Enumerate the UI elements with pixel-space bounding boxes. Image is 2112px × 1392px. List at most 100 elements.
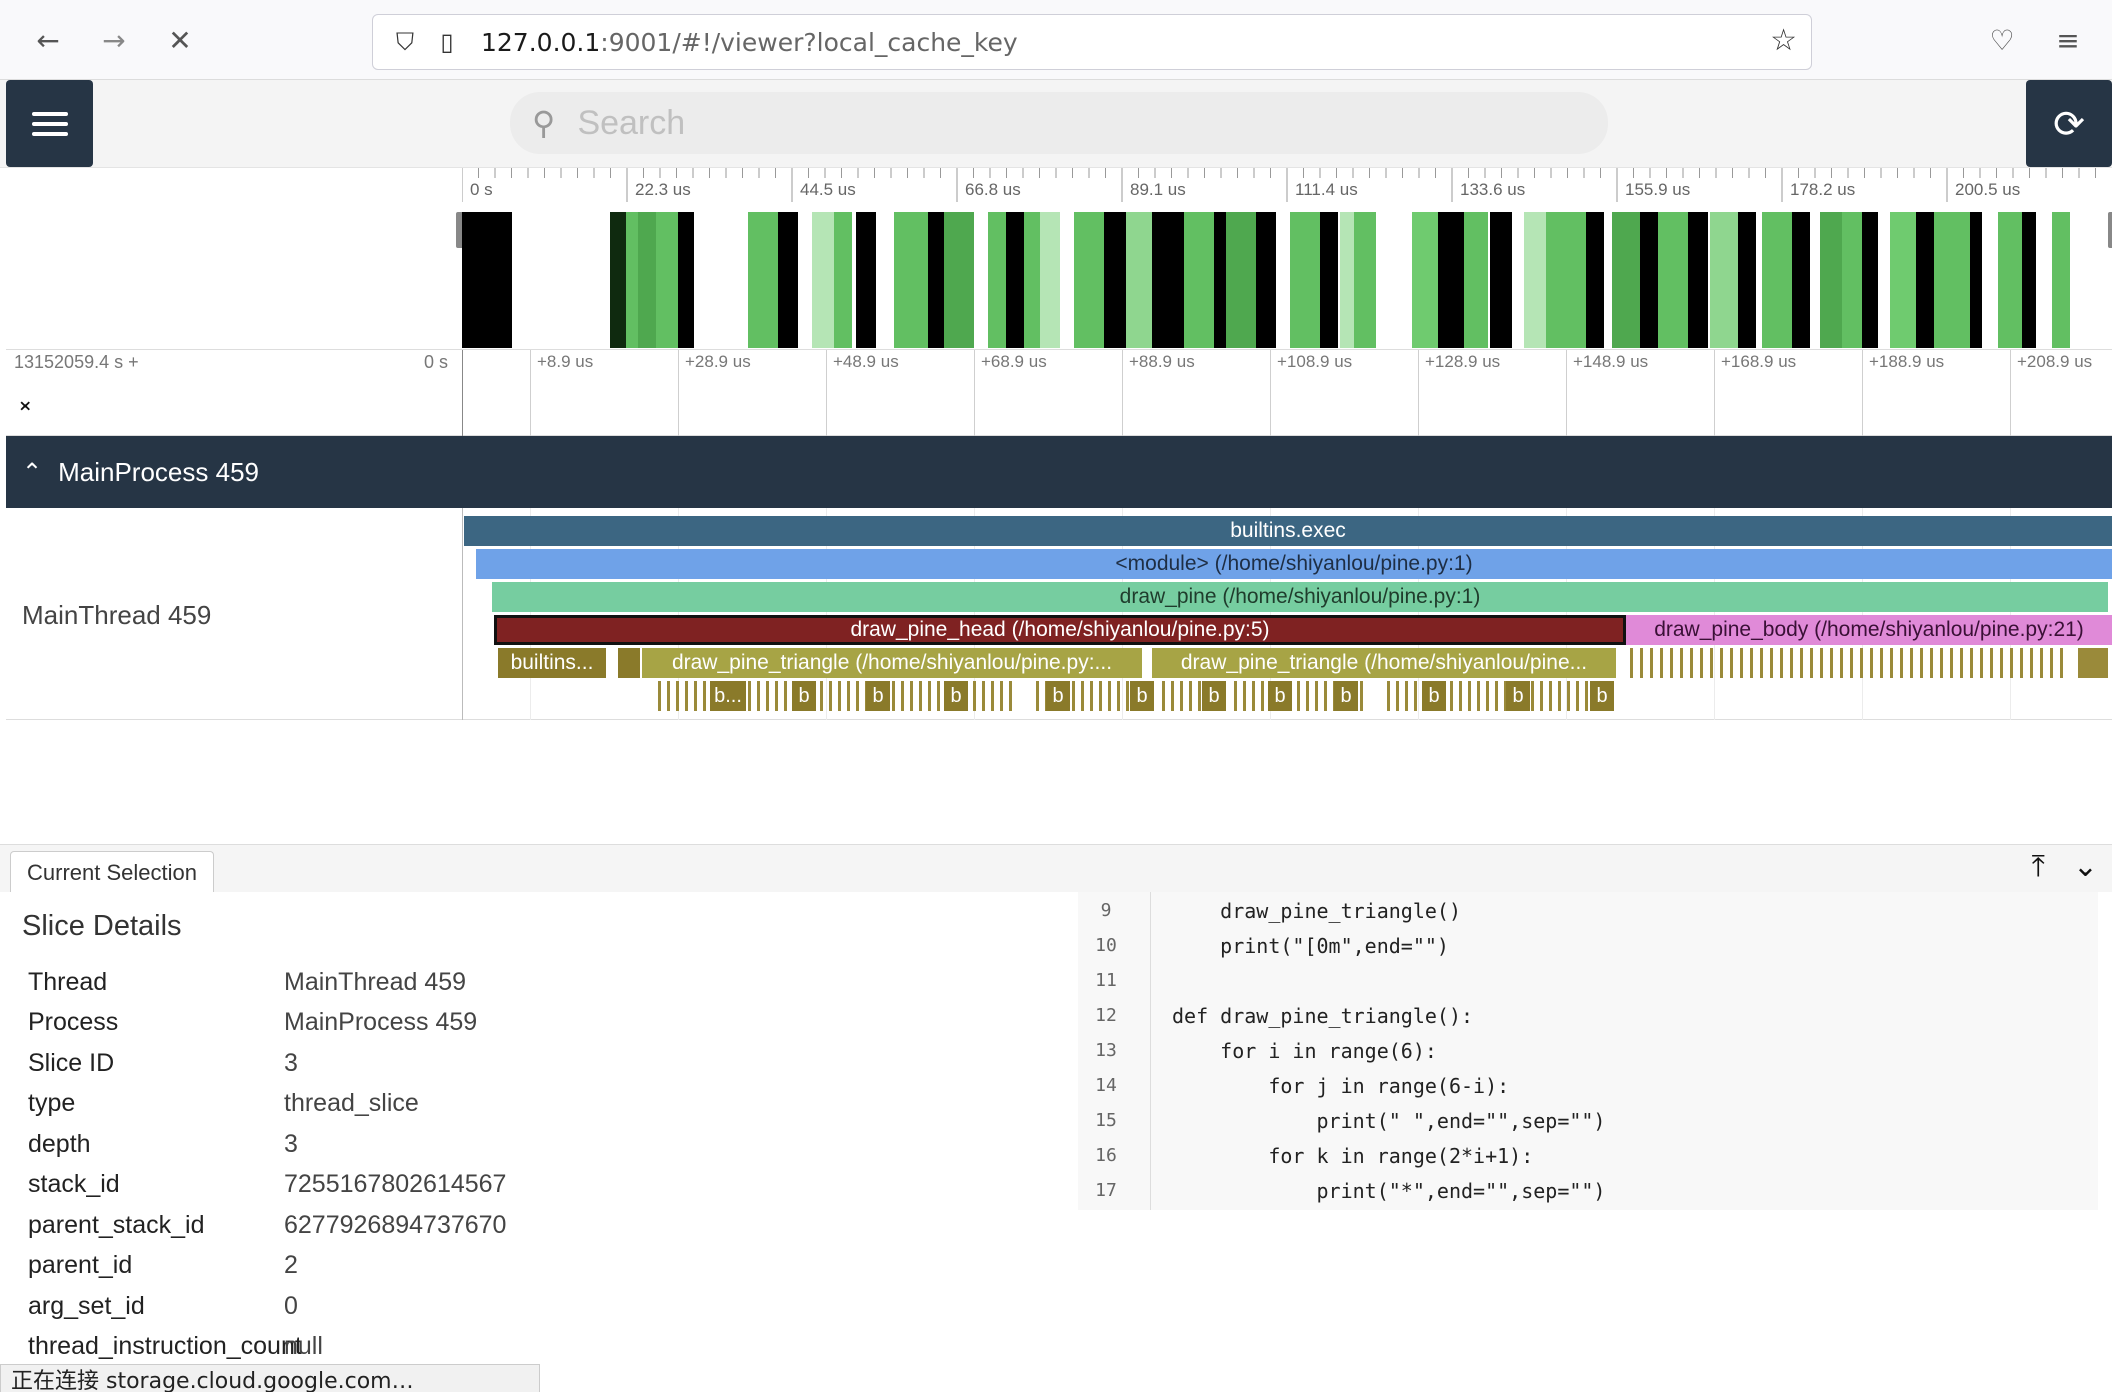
mini-slice[interactable]	[1099, 681, 1102, 711]
mini-slice[interactable]	[1081, 681, 1084, 711]
mini-slice[interactable]	[1840, 648, 1843, 678]
mini-slice[interactable]	[1710, 648, 1713, 678]
mini-slice[interactable]	[1090, 681, 1093, 711]
mini-slice[interactable]	[937, 681, 940, 711]
mini-slice[interactable]	[1630, 648, 1633, 678]
mini-slice[interactable]: b	[1506, 681, 1530, 711]
forward-arrow-icon[interactable]: →	[94, 20, 134, 60]
mini-slice[interactable]	[1860, 648, 1863, 678]
expand-collapse-all-icon[interactable]: ⌄ ⌃	[16, 390, 34, 426]
overview-timeline[interactable]: 0 s 22.3 us 44.5 us 66.8 us 89.1 us 111.4 us 1…	[6, 168, 2112, 350]
mini-slice[interactable]	[667, 681, 670, 711]
mini-slice[interactable]	[1760, 648, 1763, 678]
slice-draw-pine-body[interactable]: draw_pine_body (/home/shiyanlou/pine.py:…	[1626, 615, 2112, 645]
mini-slice[interactable]	[973, 681, 976, 711]
mini-slice[interactable]	[1126, 681, 1129, 711]
mini-slice[interactable]	[1387, 681, 1390, 711]
mini-slice[interactable]	[1036, 681, 1039, 711]
mini-slice[interactable]	[1980, 648, 1983, 678]
mini-slice[interactable]	[1360, 681, 1363, 711]
detail-value[interactable]: thread_slice	[284, 1089, 419, 1118]
mini-slice[interactable]	[1920, 648, 1923, 678]
mini-slice[interactable]: b	[1422, 681, 1446, 711]
slice-draw-pine-triangle-2[interactable]: draw_pine_triangle (/home/shiyanlou/pine…	[1152, 648, 1616, 678]
mini-slice[interactable]	[2030, 648, 2033, 678]
chevron-down-icon[interactable]: ⌄	[2073, 849, 2098, 884]
mini-slice[interactable]	[2040, 648, 2043, 678]
mini-slice[interactable]	[1950, 648, 1953, 678]
mini-slice[interactable]	[1660, 648, 1663, 678]
mini-slice[interactable]	[1468, 681, 1471, 711]
mini-slice[interactable]	[1740, 648, 1743, 678]
maximize-panel-icon[interactable]: ⤒	[2032, 849, 2045, 884]
mini-slice[interactable]	[1720, 648, 1723, 678]
mini-slice[interactable]	[784, 681, 787, 711]
mini-slice[interactable]	[2010, 648, 2013, 678]
process-header[interactable]: ⌃ MainProcess 459	[6, 436, 2112, 508]
mini-slice[interactable]	[1261, 681, 1264, 711]
detail-value[interactable]: 2	[284, 1251, 298, 1280]
mini-slice[interactable]	[1558, 681, 1561, 711]
back-arrow-icon[interactable]: ←	[28, 20, 68, 60]
mini-slice[interactable]	[1108, 681, 1111, 711]
mini-slice[interactable]	[1117, 681, 1120, 711]
mini-slice[interactable]	[1162, 681, 1165, 711]
slice-draw-pine[interactable]: draw_pine (/home/shiyanlou/pine.py:1)	[492, 582, 2108, 612]
mini-slice[interactable]	[1495, 681, 1498, 711]
mini-slice[interactable]	[1930, 648, 1933, 678]
mini-slice[interactable]: b	[944, 681, 968, 711]
mini-slice[interactable]	[1990, 648, 1993, 678]
mini-slice[interactable]	[1730, 648, 1733, 678]
mini-slice[interactable]	[1414, 681, 1417, 711]
mini-slice[interactable]	[1180, 681, 1183, 711]
mini-slice[interactable]: b	[1268, 681, 1292, 711]
mini-slice[interactable]: b	[1202, 681, 1226, 711]
mini-slice[interactable]: b	[1590, 681, 1614, 711]
mini-slice[interactable]	[775, 681, 778, 711]
mini-slice[interactable]: b	[1130, 681, 1154, 711]
mini-slice[interactable]	[1009, 681, 1012, 711]
detail-value[interactable]: 3	[284, 1049, 298, 1078]
sidebar-menu-button[interactable]	[6, 80, 93, 167]
mini-slice[interactable]	[757, 681, 760, 711]
mini-slice[interactable]	[2020, 648, 2023, 678]
mini-slice[interactable]	[2000, 648, 2003, 678]
slice-draw-pine-head-selected[interactable]: draw_pine_head (/home/shiyanlou/pine.py:…	[494, 615, 1626, 645]
mini-slice[interactable]	[847, 681, 850, 711]
slice-draw-pine-triangle-1[interactable]: draw_pine_triangle (/home/shiyanlou/pine…	[642, 648, 1142, 678]
mini-slice[interactable]	[1396, 681, 1399, 711]
page-info-icon[interactable]: ▯	[427, 22, 467, 62]
pocket-icon[interactable]: ♡	[1982, 20, 2022, 60]
mini-slice[interactable]	[1297, 681, 1300, 711]
detail-value[interactable]: 7255167802614567	[284, 1170, 506, 1199]
mini-slice[interactable]	[1072, 681, 1075, 711]
mini-slice[interactable]	[685, 681, 688, 711]
mini-slice[interactable]	[676, 681, 679, 711]
mini-slice[interactable]	[1306, 681, 1309, 711]
shield-icon[interactable]: ⛉	[385, 22, 425, 62]
url-text[interactable]: 127.0.0.1:9001/#!/viewer?local_cache_key	[481, 28, 1018, 57]
mini-slice[interactable]	[1680, 648, 1683, 678]
mini-slice[interactable]	[1576, 681, 1579, 711]
mini-slice[interactable]	[1189, 681, 1192, 711]
mini-slice[interactable]	[1567, 681, 1570, 711]
mini-slice[interactable]	[910, 681, 913, 711]
mini-slice[interactable]	[1830, 648, 1833, 678]
mini-slice[interactable]	[1171, 681, 1174, 711]
mini-slice[interactable]	[1870, 648, 1873, 678]
mini-slice[interactable]	[1970, 648, 1973, 678]
mini-slice[interactable]: b...	[710, 681, 746, 711]
detail-value[interactable]: null	[284, 1332, 323, 1361]
mini-slice[interactable]	[1540, 681, 1543, 711]
mini-slice[interactable]	[991, 681, 994, 711]
mini-slice[interactable]	[1780, 648, 1783, 678]
mini-slice[interactable]: b	[1046, 681, 1070, 711]
mini-slice[interactable]	[748, 681, 751, 711]
mini-slice[interactable]	[856, 681, 859, 711]
bookmark-star-icon[interactable]: ☆	[1770, 23, 1797, 58]
slice-small[interactable]	[618, 648, 640, 678]
detail-value[interactable]: 6277926894737670	[284, 1211, 506, 1240]
mini-slice[interactable]	[892, 681, 895, 711]
detail-value[interactable]: MainThread 459	[284, 968, 466, 997]
mini-slice[interactable]	[1450, 681, 1453, 711]
